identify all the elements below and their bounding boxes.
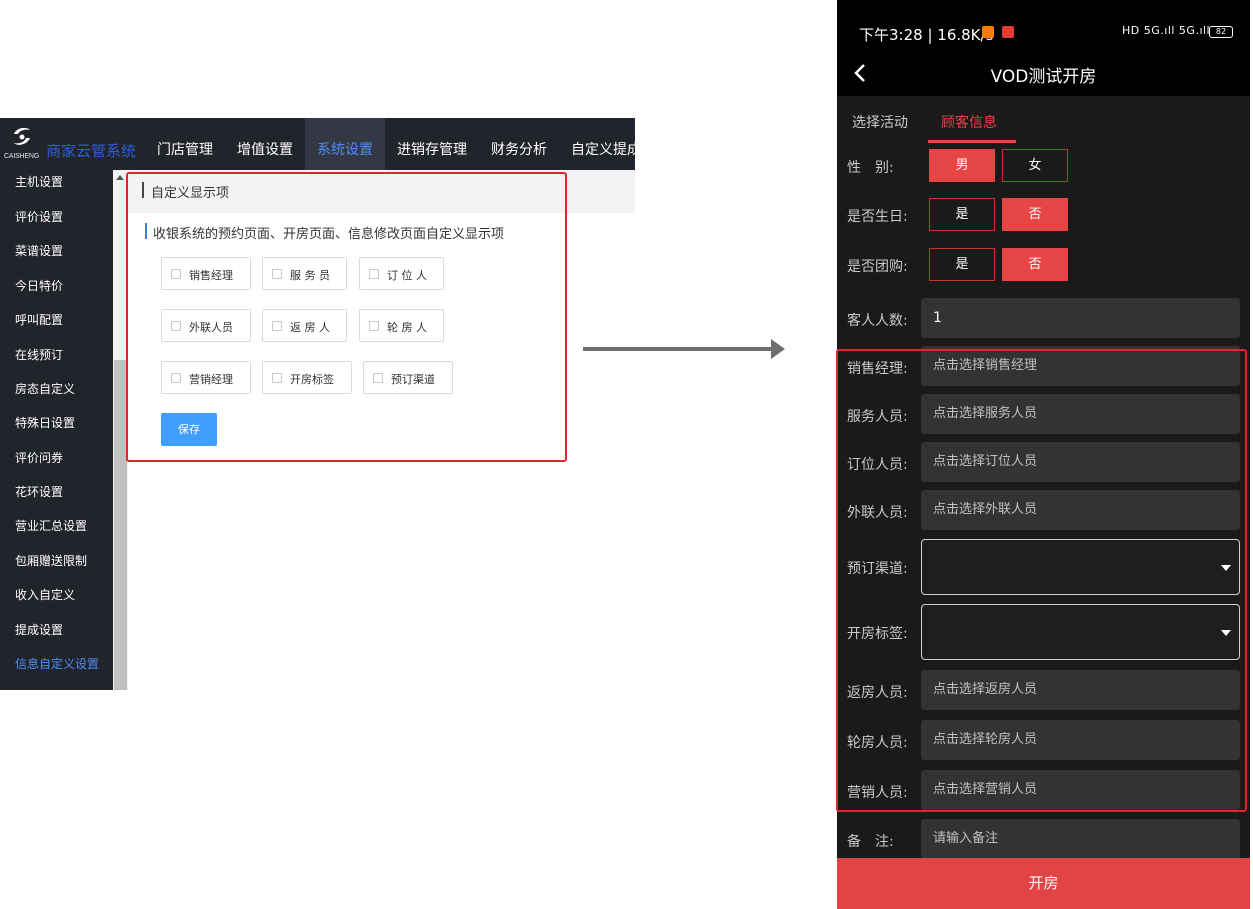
sidebar: 主机设置 评价设置 菜谱设置 今日特价 呼叫配置 在线预订 房态自定义 特殊日设… — [0, 170, 113, 690]
signal-icon: HD 5G.ıll 5G.ıll — [1122, 24, 1211, 37]
gender-male-button[interactable]: 男 — [929, 149, 995, 182]
menu-item-inventory[interactable]: 进销存管理 — [385, 118, 479, 170]
sidebar-item-survey[interactable]: 评价问券 — [15, 449, 63, 466]
sidebar-item-commission[interactable]: 提成设置 — [15, 621, 63, 638]
logo-subtext: CAISHENG — [4, 153, 39, 160]
birthday-label: 是否生日: — [847, 209, 908, 225]
highlight-box-right — [836, 349, 1247, 812]
battery-icon: 82 — [1209, 26, 1233, 38]
sidebar-item-call[interactable]: 呼叫配置 — [15, 311, 63, 328]
logo[interactable]: CAISHENG — [4, 126, 42, 166]
sidebar-item-income[interactable]: 收入自定义 — [15, 586, 75, 603]
arrow-right-icon — [583, 347, 773, 351]
sidebar-item-summary[interactable]: 营业汇总设置 — [15, 517, 87, 534]
remark-input[interactable]: 请输入备注 — [921, 819, 1240, 859]
guest-count-input[interactable]: 1 — [921, 298, 1240, 338]
scroll-up-icon[interactable] — [116, 175, 124, 180]
sidebar-item-room-status[interactable]: 房态自定义 — [15, 380, 75, 397]
top-menu: 门店管理 增值设置 系统设置 进销存管理 财务分析 自定义提成 — [145, 118, 653, 170]
sidebar-item-gift-limit[interactable]: 包厢赠送限制 — [15, 552, 87, 569]
tab-bar: 选择活动 顾客信息 — [837, 96, 1250, 144]
highlight-box-left — [126, 172, 567, 462]
gender-label: 性 别: — [847, 160, 894, 176]
menu-item-system-settings[interactable]: 系统设置 — [305, 118, 385, 170]
notification-app-icon — [1002, 26, 1014, 38]
active-tab-indicator — [928, 140, 1016, 143]
sidebar-item-info-custom[interactable]: 信息自定义设置 — [15, 655, 99, 672]
notification-app-icon — [982, 26, 994, 38]
open-room-button[interactable]: 开房 — [837, 858, 1250, 909]
status-bar: 下午3:28 | 16.8K/s HD 5G.ıll 5G.ıll 82 — [837, 0, 1250, 52]
arrow-head-icon — [771, 339, 785, 359]
sidebar-item-special-day[interactable]: 特殊日设置 — [15, 414, 75, 431]
birthday-no-button[interactable]: 否 — [1002, 198, 1068, 231]
status-time: 下午3:28 | 16.8K/s — [859, 26, 994, 44]
sidebar-item-menu[interactable]: 菜谱设置 — [15, 242, 63, 259]
remark-label: 备 注: — [847, 834, 894, 850]
page-title: VOD测试开房 — [990, 67, 1097, 87]
tab-customer-info[interactable]: 顾客信息 — [941, 112, 997, 132]
guest-count-label: 客人人数: — [847, 313, 908, 329]
sidebar-item-special-price[interactable]: 今日特价 — [15, 277, 63, 294]
birthday-yes-button[interactable]: 是 — [929, 198, 995, 231]
group-buy-no-button[interactable]: 否 — [1002, 248, 1068, 281]
app-titlebar: VOD测试开房 — [837, 52, 1250, 96]
brand-name: 商家云管系统 — [46, 142, 137, 160]
logo-icon — [14, 127, 30, 145]
top-navbar: CAISHENG 商家云管系统 门店管理 增值设置 系统设置 进销存管理 财务分… — [0, 118, 641, 170]
group-buy-label: 是否团购: — [847, 259, 908, 275]
tab-select-activity[interactable]: 选择活动 — [852, 112, 908, 132]
sidebar-item-review[interactable]: 评价设置 — [15, 208, 63, 225]
gender-female-button[interactable]: 女 — [1002, 149, 1068, 182]
menu-item-store[interactable]: 门店管理 — [145, 118, 225, 170]
sidebar-item-online-booking[interactable]: 在线预订 — [15, 346, 63, 363]
sidebar-item-garland[interactable]: 花环设置 — [15, 483, 63, 500]
sidebar-item-host[interactable]: 主机设置 — [15, 173, 63, 190]
menu-item-commission[interactable]: 自定义提成 — [559, 118, 653, 170]
group-buy-yes-button[interactable]: 是 — [929, 248, 995, 281]
menu-item-value-added[interactable]: 增值设置 — [225, 118, 305, 170]
menu-item-finance[interactable]: 财务分析 — [479, 118, 559, 170]
